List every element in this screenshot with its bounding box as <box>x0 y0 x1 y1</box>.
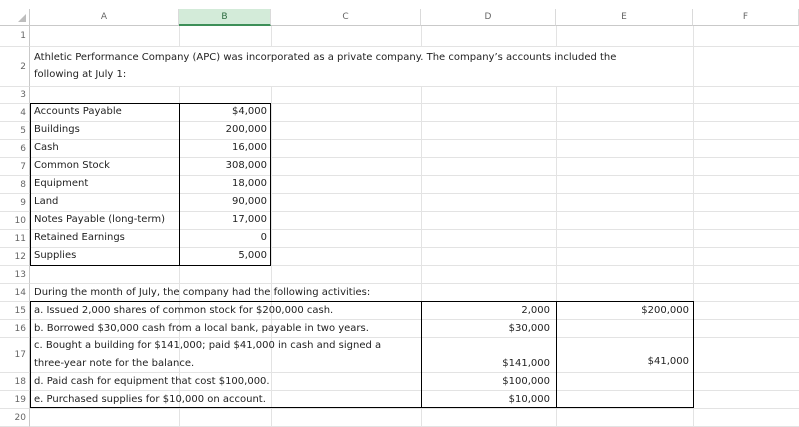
account-name[interactable]: Equipment <box>34 178 88 189</box>
activity-d-value[interactable]: $10,000 <box>422 394 550 405</box>
account-amount[interactable]: 0 <box>180 232 267 243</box>
grid-row <box>30 87 799 104</box>
account-name[interactable]: Land <box>34 196 58 207</box>
activity-text[interactable]: a. Issued 2,000 shares of common stock f… <box>34 305 333 316</box>
account-amount[interactable]: 5,000 <box>180 250 267 261</box>
row-header-18[interactable]: 18 <box>0 373 30 391</box>
column-header-d[interactable]: D <box>421 9 556 26</box>
activity-d-value[interactable]: $141,000 <box>422 358 550 369</box>
activity-e-value[interactable]: $200,000 <box>557 305 689 316</box>
row-header-6[interactable]: 6 <box>0 140 30 158</box>
row-header-2[interactable]: 2 <box>0 47 30 87</box>
row-header-3[interactable]: 3 <box>0 87 30 104</box>
column-header-f[interactable]: F <box>693 9 799 26</box>
activity-e-value[interactable]: $41,000 <box>557 356 689 367</box>
account-name[interactable]: Accounts Payable <box>34 106 122 117</box>
account-name[interactable]: Notes Payable (long-term) <box>34 214 165 225</box>
row-header-12[interactable]: 12 <box>0 248 30 266</box>
column-header-a[interactable]: A <box>30 9 179 26</box>
account-amount[interactable]: 17,000 <box>180 214 267 225</box>
account-amount[interactable]: 90,000 <box>180 196 267 207</box>
activity-text-line-2[interactable]: three-year note for the balance. <box>34 358 194 369</box>
row-header-5[interactable]: 5 <box>0 122 30 140</box>
column-header-c[interactable]: C <box>271 9 421 26</box>
account-amount[interactable]: 200,000 <box>180 124 267 135</box>
account-amount[interactable]: 18,000 <box>180 178 267 189</box>
activities-d-box <box>421 301 557 408</box>
row-header-1[interactable]: 1 <box>0 26 30 47</box>
activity-text[interactable]: b. Borrowed $30,000 cash from a local ba… <box>34 323 369 334</box>
grid-row <box>30 409 799 427</box>
row-header-13[interactable]: 13 <box>0 266 30 284</box>
account-name[interactable]: Cash <box>34 142 59 153</box>
account-name[interactable]: Retained Earnings <box>34 232 125 243</box>
row-header-9[interactable]: 9 <box>0 194 30 212</box>
row-header-7[interactable]: 7 <box>0 158 30 176</box>
activities-desc-box <box>30 301 422 408</box>
row-header-17[interactable]: 17 <box>0 338 30 373</box>
account-amount[interactable]: $4,000 <box>180 106 267 117</box>
activity-d-value[interactable]: 2,000 <box>422 305 550 316</box>
account-amount[interactable]: 16,000 <box>180 142 267 153</box>
spreadsheet[interactable]: A B C D E F 1 2 3 4 5 6 7 8 9 10 11 12 1… <box>0 0 799 427</box>
activities-heading[interactable]: During the month of July, the company ha… <box>34 287 370 298</box>
account-amount[interactable]: 308,000 <box>180 160 267 171</box>
account-name[interactable]: Common Stock <box>34 160 110 171</box>
column-header-e[interactable]: E <box>556 9 693 26</box>
column-header-b[interactable]: B <box>179 9 271 26</box>
activity-text[interactable]: d. Paid cash for equipment that cost $10… <box>34 376 270 387</box>
activities-e-box <box>556 301 694 408</box>
row-header-20[interactable]: 20 <box>0 409 30 427</box>
row-header-15[interactable]: 15 <box>0 302 30 320</box>
grid-row <box>30 26 799 47</box>
row-header-16[interactable]: 16 <box>0 320 30 338</box>
activity-text[interactable]: e. Purchased supplies for $10,000 on acc… <box>34 394 266 405</box>
grid-row <box>30 266 799 284</box>
activity-d-value[interactable]: $30,000 <box>422 323 550 334</box>
row-header-10[interactable]: 10 <box>0 212 30 230</box>
row-header-8[interactable]: 8 <box>0 176 30 194</box>
row-header-14[interactable]: 14 <box>0 284 30 302</box>
activity-d-value[interactable]: $100,000 <box>422 376 550 387</box>
intro-line-1: Athletic Performance Company (APC) was i… <box>34 52 617 63</box>
intro-line-2: following at July 1: <box>34 69 127 80</box>
account-name[interactable]: Supplies <box>34 250 76 261</box>
select-all-corner[interactable] <box>0 9 30 26</box>
row-header-11[interactable]: 11 <box>0 230 30 248</box>
row-header-4[interactable]: 4 <box>0 104 30 122</box>
select-all-icon <box>18 14 26 22</box>
account-name[interactable]: Buildings <box>34 124 80 135</box>
activity-text[interactable]: c. Bought a building for $141,000; paid … <box>34 340 381 351</box>
row-header-19[interactable]: 19 <box>0 391 30 409</box>
